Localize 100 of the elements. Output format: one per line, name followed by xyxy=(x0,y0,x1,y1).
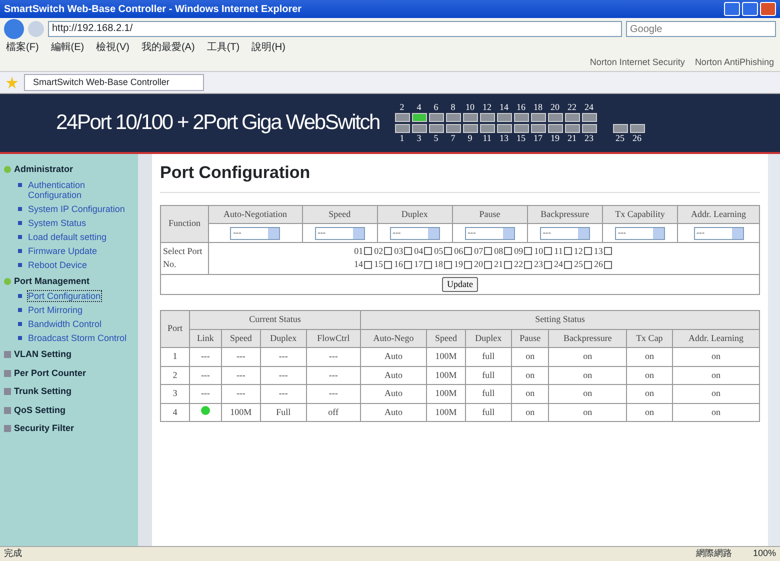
port-number: 13 xyxy=(594,244,603,258)
table-cell: off xyxy=(306,403,361,422)
table-cell: Full xyxy=(260,403,306,422)
sidebar-link[interactable]: Authentication Configuration xyxy=(28,180,134,200)
port-number: 21 xyxy=(494,258,503,271)
dropdown[interactable]: --- xyxy=(230,226,280,240)
address-field[interactable]: http://192.168.2.1/ xyxy=(48,21,622,37)
port-number: 24 xyxy=(584,103,594,112)
update-button[interactable]: Update xyxy=(442,276,478,292)
table-header: Pause xyxy=(452,205,528,224)
sidebar-link[interactable]: Port Configuration xyxy=(28,291,101,301)
checkbox[interactable] xyxy=(584,260,592,269)
menu-item[interactable]: 檢視(V) xyxy=(96,40,130,54)
sidebar-group[interactable]: Security Filter xyxy=(14,422,74,436)
menu-item[interactable]: 檔案(F) xyxy=(6,40,39,54)
checkbox[interactable] xyxy=(404,260,412,269)
checkbox[interactable] xyxy=(384,247,392,256)
menu-item[interactable]: 工具(T) xyxy=(206,40,240,54)
zone-text: 網際網路 xyxy=(696,547,732,560)
checkbox[interactable] xyxy=(584,247,592,256)
table-header: Link xyxy=(190,329,222,348)
port-number: 07 xyxy=(474,244,484,258)
checkbox[interactable] xyxy=(604,260,612,269)
checkbox[interactable] xyxy=(604,247,612,256)
sidebar-group[interactable]: VLAN Setting xyxy=(14,348,72,362)
dropdown[interactable]: --- xyxy=(540,226,590,240)
maximize-button[interactable] xyxy=(742,2,758,16)
menu-item[interactable]: 編輯(E) xyxy=(50,40,84,54)
port-number: 9 xyxy=(468,134,472,143)
row-label: Select Port No. xyxy=(160,242,208,274)
checkbox[interactable] xyxy=(424,260,432,269)
minimize-button[interactable] xyxy=(724,2,740,16)
checkbox[interactable] xyxy=(384,260,392,269)
sidebar-group[interactable]: Port Management xyxy=(14,274,90,288)
table-cell: --- xyxy=(221,348,260,366)
browser-tab[interactable]: SmartSwitch Web-Base Controller xyxy=(24,74,204,92)
menu-item[interactable]: 說明(H) xyxy=(252,40,286,54)
sidebar-link[interactable]: System IP Configuration xyxy=(28,204,125,214)
checkbox[interactable] xyxy=(524,260,532,269)
checkbox[interactable] xyxy=(524,247,532,256)
checkbox[interactable] xyxy=(464,247,472,256)
sidebar-link[interactable]: Broadcast Storm Control xyxy=(28,333,127,343)
sidebar-link[interactable]: System Status xyxy=(28,218,86,228)
table-cell: on xyxy=(548,403,626,422)
checkbox[interactable] xyxy=(544,247,552,256)
toolbar-link[interactable]: Norton Internet Security xyxy=(590,56,685,70)
search-field[interactable]: Google xyxy=(626,21,776,37)
table-cell: --- xyxy=(221,384,260,403)
port-number: 21 xyxy=(568,134,577,143)
port-number: 18 xyxy=(534,103,543,112)
window-title: SmartSwitch Web-Base Controller - Windows Internet Explorer xyxy=(4,2,303,16)
checkbox[interactable] xyxy=(364,247,372,256)
checkbox[interactable] xyxy=(444,260,452,269)
dropdown[interactable]: --- xyxy=(694,226,744,240)
sidebar-link[interactable]: Port Mirroring xyxy=(28,305,83,315)
dropdown[interactable]: --- xyxy=(614,226,665,240)
checkbox[interactable] xyxy=(504,247,512,256)
table-cell: Auto xyxy=(360,403,426,422)
sidebar-group[interactable]: QoS Setting xyxy=(14,404,66,417)
dropdown[interactable]: --- xyxy=(314,226,365,240)
checkbox[interactable] xyxy=(464,260,472,269)
table-cell: --- xyxy=(306,384,361,403)
checkbox[interactable] xyxy=(404,247,412,256)
dropdown[interactable]: --- xyxy=(464,226,515,240)
checkbox[interactable] xyxy=(564,260,572,269)
sidebar-link[interactable]: Bandwidth Control xyxy=(28,319,102,329)
table-cell: on xyxy=(626,366,672,384)
sidebar-group[interactable]: Trunk Setting xyxy=(14,385,72,398)
sidebar-link[interactable]: Firmware Update xyxy=(28,246,98,256)
table-header: Speed xyxy=(221,329,260,348)
zoom-level[interactable]: 100% xyxy=(752,547,776,561)
close-button[interactable] xyxy=(760,2,776,16)
port-number: 18 xyxy=(434,258,443,271)
bullet-icon xyxy=(18,336,22,340)
table-header: Backpressure xyxy=(527,205,602,224)
menu-item[interactable]: 我的最愛(A) xyxy=(141,40,195,54)
checkbox[interactable] xyxy=(504,260,512,269)
table-header: Auto-Negotiation xyxy=(208,205,302,224)
sidebar-link[interactable]: Reboot Device xyxy=(28,260,88,270)
dropdown[interactable]: --- xyxy=(390,226,440,240)
sidebar-group[interactable]: Administrator xyxy=(14,163,74,176)
port-number: 16 xyxy=(394,258,403,271)
checkbox[interactable] xyxy=(444,247,452,256)
checkbox[interactable] xyxy=(564,247,572,256)
table-header: Auto-Nego xyxy=(360,329,426,348)
sidebar-group[interactable]: Per Port Counter xyxy=(14,366,86,380)
port-number: 12 xyxy=(574,244,583,258)
toolbar-link[interactable]: Norton AntiPhishing xyxy=(694,56,774,70)
table-cell: on xyxy=(672,348,760,366)
back-button[interactable] xyxy=(4,19,24,39)
checkbox[interactable] xyxy=(484,260,492,269)
checkbox[interactable] xyxy=(484,247,492,256)
table-cell: on xyxy=(548,348,626,366)
checkbox[interactable] xyxy=(544,260,552,269)
checkbox[interactable] xyxy=(424,247,432,256)
sidebar-link[interactable]: Load default setting xyxy=(28,232,107,242)
bullet-icon xyxy=(18,220,22,224)
checkbox[interactable] xyxy=(364,260,372,269)
port-number: 11 xyxy=(554,244,563,258)
table-header: Tx Capability xyxy=(602,205,678,224)
